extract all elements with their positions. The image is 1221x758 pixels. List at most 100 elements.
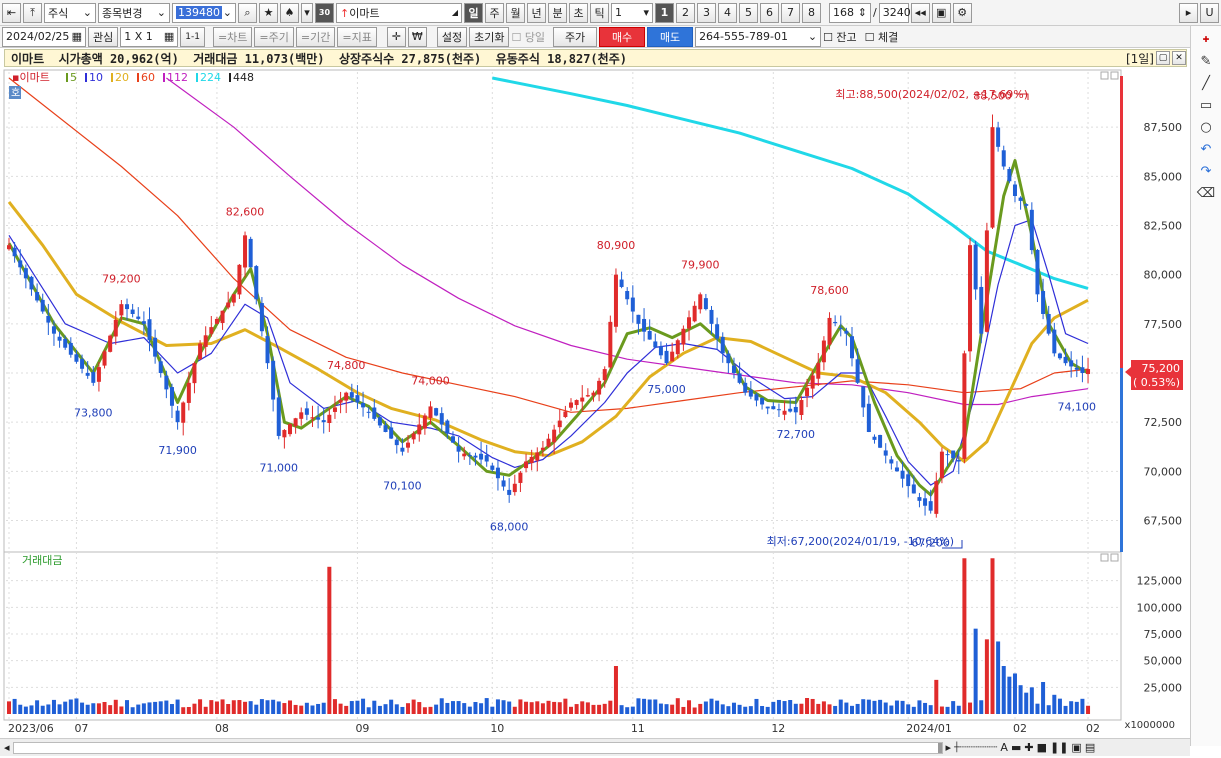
balance-checkbox[interactable]: ☐ 잔고: [823, 29, 857, 45]
dropdown-icon: ▾: [643, 6, 649, 19]
scroll-track[interactable]: [12, 741, 943, 754]
today-checkbox[interactable]: ☐ 당일: [511, 29, 545, 45]
layout-2[interactable]: 2: [676, 2, 695, 23]
eraser-icon[interactable]: ⌫: [1197, 186, 1215, 201]
interval-select[interactable]: 1 ▾: [611, 2, 653, 23]
code-input[interactable]: 139480 ⌄: [172, 2, 236, 23]
volume-bar: [490, 706, 495, 714]
play-icon[interactable]: ▸: [1179, 2, 1198, 23]
count-input[interactable]: 168 ⇕: [829, 2, 871, 23]
volume-bar: [63, 701, 68, 714]
sell-button[interactable]: 매도: [647, 26, 694, 47]
won-button[interactable]: ₩: [407, 26, 427, 47]
spade-icon[interactable]: ♠: [280, 2, 299, 23]
price-button[interactable]: 주가: [553, 26, 598, 47]
volume-bar: [962, 558, 967, 714]
redo-icon[interactable]: ↷: [1201, 164, 1212, 179]
pencil-icon[interactable]: ✎: [1201, 54, 1212, 69]
volume-bar: [906, 704, 911, 714]
legend-swatch: [163, 73, 165, 82]
account-select[interactable]: 264-555-789-01 ⌄: [695, 26, 822, 47]
stop-icon[interactable]: ■: [1037, 741, 1047, 754]
volume-bar: [282, 703, 287, 714]
scroll-thumb[interactable]: [937, 742, 942, 753]
volume-bar: [51, 699, 56, 714]
layout-6[interactable]: 6: [760, 2, 779, 23]
u-button[interactable]: U: [1200, 2, 1219, 23]
top-icon[interactable]: ⤒: [23, 2, 42, 23]
line-icon[interactable]: ╱: [1202, 76, 1210, 91]
grid-select[interactable]: 1 X 1 ▦: [120, 26, 179, 47]
candle-body: [1035, 249, 1040, 295]
tab-month[interactable]: 월: [506, 2, 525, 23]
pause-icon[interactable]: ❚❚: [1050, 741, 1068, 754]
tab-minute[interactable]: 분: [548, 2, 567, 23]
save-icon[interactable]: ▣: [931, 2, 951, 23]
dropdown-icon[interactable]: ▾: [301, 2, 313, 23]
search-icon[interactable]: ⌕: [238, 2, 257, 23]
star-icon[interactable]: ★: [259, 2, 278, 23]
watch-button[interactable]: 관심: [88, 26, 119, 47]
stock-chart[interactable]: 87,500 85,000 82,500 80,000 77,500 75,000 72,5…: [0, 68, 1190, 738]
volume-bar: [636, 698, 641, 714]
volume-bar: [996, 641, 1001, 714]
layout-1[interactable]: 1: [655, 2, 674, 23]
period-button[interactable]: =기간: [295, 26, 336, 47]
layout-5[interactable]: 5: [739, 2, 758, 23]
rectangle-icon[interactable]: ▭: [1200, 98, 1212, 113]
tab-tick[interactable]: 틱: [590, 2, 609, 23]
undo-icon[interactable]: ↶: [1201, 142, 1212, 157]
fill-checkbox[interactable]: ☐ 체결: [865, 29, 899, 45]
scroll-right-icon[interactable]: ▸: [946, 741, 952, 754]
main-toolbar: ⇤ ⤒ 주식 ⌄ 종목변경 ⌄ 139480 ⌄ ⌕ ★ ♠ ▾ 30 ↑이마트 ◢ 일…: [0, 0, 1221, 26]
tab-second[interactable]: 초: [569, 2, 588, 23]
settings-button[interactable]: 설정: [436, 26, 468, 47]
horizontal-scrollbar[interactable]: ◂ ▸ ┼┄┄┄┄┄┄┄ A ▬ ✚ ■ ❚❚ ▣ ▤: [0, 738, 1190, 756]
tab-week[interactable]: 주: [485, 2, 504, 23]
date-field[interactable]: 2024/02/25 ▦: [2, 26, 86, 47]
volume-bar: [366, 707, 371, 714]
zoom-slider-icon[interactable]: ┼┄┄┄┄┄┄┄: [954, 743, 997, 753]
period-icon[interactable]: 30: [315, 2, 334, 23]
candle-body: [889, 459, 894, 464]
one-one-button[interactable]: 1-1: [180, 26, 205, 47]
change-select[interactable]: 종목변경 ⌄: [98, 2, 170, 23]
buy-button[interactable]: 매수: [599, 26, 646, 47]
excel-icon[interactable]: ▣: [1071, 741, 1081, 754]
candle-body: [788, 408, 793, 412]
prev-page-icon[interactable]: ◂◂: [910, 2, 930, 23]
pin-icon[interactable]: ⇤: [2, 2, 21, 23]
chart-button[interactable]: =차트: [212, 26, 253, 47]
price-annotation: 74,100: [1058, 401, 1097, 414]
zoom-out-icon[interactable]: ▬: [1011, 741, 1021, 754]
print-icon[interactable]: ▤: [1085, 741, 1095, 754]
zoom-in-icon[interactable]: ✚: [1024, 741, 1033, 754]
indicator-button[interactable]: =지표: [337, 26, 377, 47]
reset-button[interactable]: 초기화: [469, 26, 510, 47]
close-icon[interactable]: ✕: [1172, 51, 1186, 65]
crosshair-icon[interactable]: ✛: [386, 26, 406, 47]
gear-icon[interactable]: ⚙: [952, 2, 972, 23]
candle-body: [63, 339, 68, 348]
layout-8[interactable]: 8: [802, 2, 821, 23]
volume-bar: [1035, 703, 1040, 714]
stock-name-field[interactable]: ↑이마트 ◢: [336, 2, 462, 23]
layout-3[interactable]: 3: [697, 2, 716, 23]
maximize-icon[interactable]: ▢: [1156, 51, 1170, 65]
layout-7[interactable]: 7: [781, 2, 800, 23]
candle-body: [310, 417, 315, 419]
scroll-left-icon[interactable]: ◂: [4, 741, 10, 754]
circle-icon[interactable]: ○: [1200, 120, 1211, 135]
volume-bar: [91, 703, 96, 714]
tool-icon[interactable]: ✚: [1203, 32, 1210, 47]
tab-day[interactable]: 일: [464, 2, 483, 23]
volume-bar: [209, 700, 214, 714]
candle-body: [833, 321, 838, 324]
tab-year[interactable]: 년: [527, 2, 546, 23]
type-select[interactable]: 주식 ⌄: [44, 2, 96, 23]
layout-4[interactable]: 4: [718, 2, 737, 23]
candle-body: [203, 335, 208, 347]
text-size-icon[interactable]: A: [1000, 741, 1008, 754]
cycle-button[interactable]: =주기: [254, 26, 294, 47]
candle-body: [327, 414, 332, 423]
